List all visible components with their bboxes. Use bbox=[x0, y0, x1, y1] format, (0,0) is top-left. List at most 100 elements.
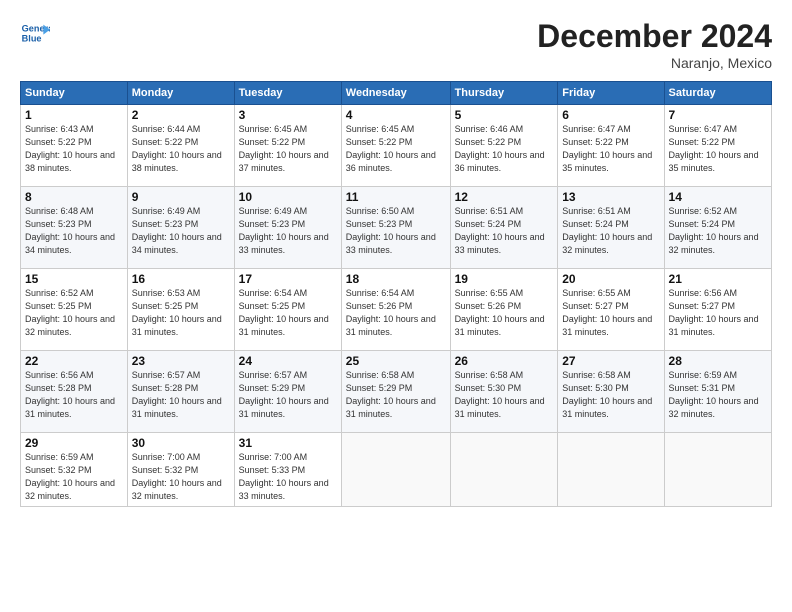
col-monday: Monday bbox=[127, 82, 234, 105]
table-row: 14 Sunrise: 6:52 AM Sunset: 5:24 PM Dayl… bbox=[664, 187, 771, 269]
day-number: 11 bbox=[346, 190, 446, 204]
table-row: 5 Sunrise: 6:46 AM Sunset: 5:22 PM Dayli… bbox=[450, 105, 558, 187]
day-info: Sunrise: 6:56 AM Sunset: 5:27 PM Dayligh… bbox=[669, 287, 767, 339]
day-number: 16 bbox=[132, 272, 230, 286]
table-row bbox=[558, 433, 664, 507]
day-info: Sunrise: 6:57 AM Sunset: 5:29 PM Dayligh… bbox=[239, 369, 337, 421]
col-wednesday: Wednesday bbox=[341, 82, 450, 105]
day-number: 21 bbox=[669, 272, 767, 286]
day-number: 25 bbox=[346, 354, 446, 368]
col-sunday: Sunday bbox=[21, 82, 128, 105]
day-info: Sunrise: 6:54 AM Sunset: 5:25 PM Dayligh… bbox=[239, 287, 337, 339]
col-tuesday: Tuesday bbox=[234, 82, 341, 105]
day-info: Sunrise: 6:49 AM Sunset: 5:23 PM Dayligh… bbox=[239, 205, 337, 257]
table-row: 22 Sunrise: 6:56 AM Sunset: 5:28 PM Dayl… bbox=[21, 351, 128, 433]
day-info: Sunrise: 6:45 AM Sunset: 5:22 PM Dayligh… bbox=[346, 123, 446, 175]
day-info: Sunrise: 6:59 AM Sunset: 5:31 PM Dayligh… bbox=[669, 369, 767, 421]
table-row: 10 Sunrise: 6:49 AM Sunset: 5:23 PM Dayl… bbox=[234, 187, 341, 269]
day-info: Sunrise: 7:00 AM Sunset: 5:33 PM Dayligh… bbox=[239, 451, 337, 503]
table-row: 18 Sunrise: 6:54 AM Sunset: 5:26 PM Dayl… bbox=[341, 269, 450, 351]
day-info: Sunrise: 6:56 AM Sunset: 5:28 PM Dayligh… bbox=[25, 369, 123, 421]
day-info: Sunrise: 6:57 AM Sunset: 5:28 PM Dayligh… bbox=[132, 369, 230, 421]
day-number: 2 bbox=[132, 108, 230, 122]
day-info: Sunrise: 6:51 AM Sunset: 5:24 PM Dayligh… bbox=[455, 205, 554, 257]
day-number: 24 bbox=[239, 354, 337, 368]
day-number: 23 bbox=[132, 354, 230, 368]
calendar-header-row: Sunday Monday Tuesday Wednesday Thursday… bbox=[21, 82, 772, 105]
day-info: Sunrise: 6:50 AM Sunset: 5:23 PM Dayligh… bbox=[346, 205, 446, 257]
table-row bbox=[450, 433, 558, 507]
day-info: Sunrise: 6:44 AM Sunset: 5:22 PM Dayligh… bbox=[132, 123, 230, 175]
day-number: 28 bbox=[669, 354, 767, 368]
table-row: 25 Sunrise: 6:58 AM Sunset: 5:29 PM Dayl… bbox=[341, 351, 450, 433]
day-number: 31 bbox=[239, 436, 337, 450]
table-row: 24 Sunrise: 6:57 AM Sunset: 5:29 PM Dayl… bbox=[234, 351, 341, 433]
table-row: 31 Sunrise: 7:00 AM Sunset: 5:33 PM Dayl… bbox=[234, 433, 341, 507]
svg-text:Blue: Blue bbox=[22, 33, 42, 43]
day-number: 17 bbox=[239, 272, 337, 286]
table-row: 17 Sunrise: 6:54 AM Sunset: 5:25 PM Dayl… bbox=[234, 269, 341, 351]
table-row: 28 Sunrise: 6:59 AM Sunset: 5:31 PM Dayl… bbox=[664, 351, 771, 433]
day-number: 22 bbox=[25, 354, 123, 368]
day-number: 3 bbox=[239, 108, 337, 122]
table-row: 21 Sunrise: 6:56 AM Sunset: 5:27 PM Dayl… bbox=[664, 269, 771, 351]
day-info: Sunrise: 6:49 AM Sunset: 5:23 PM Dayligh… bbox=[132, 205, 230, 257]
day-info: Sunrise: 6:59 AM Sunset: 5:32 PM Dayligh… bbox=[25, 451, 123, 503]
table-row: 15 Sunrise: 6:52 AM Sunset: 5:25 PM Dayl… bbox=[21, 269, 128, 351]
day-number: 14 bbox=[669, 190, 767, 204]
calendar-table: Sunday Monday Tuesday Wednesday Thursday… bbox=[20, 81, 772, 507]
table-row: 9 Sunrise: 6:49 AM Sunset: 5:23 PM Dayli… bbox=[127, 187, 234, 269]
table-row: 26 Sunrise: 6:58 AM Sunset: 5:30 PM Dayl… bbox=[450, 351, 558, 433]
table-row: 6 Sunrise: 6:47 AM Sunset: 5:22 PM Dayli… bbox=[558, 105, 664, 187]
table-row: 13 Sunrise: 6:51 AM Sunset: 5:24 PM Dayl… bbox=[558, 187, 664, 269]
day-number: 10 bbox=[239, 190, 337, 204]
table-row: 16 Sunrise: 6:53 AM Sunset: 5:25 PM Dayl… bbox=[127, 269, 234, 351]
day-info: Sunrise: 6:52 AM Sunset: 5:24 PM Dayligh… bbox=[669, 205, 767, 257]
day-info: Sunrise: 6:53 AM Sunset: 5:25 PM Dayligh… bbox=[132, 287, 230, 339]
day-number: 4 bbox=[346, 108, 446, 122]
table-row: 20 Sunrise: 6:55 AM Sunset: 5:27 PM Dayl… bbox=[558, 269, 664, 351]
day-number: 29 bbox=[25, 436, 123, 450]
day-number: 30 bbox=[132, 436, 230, 450]
day-number: 7 bbox=[669, 108, 767, 122]
table-row: 27 Sunrise: 6:58 AM Sunset: 5:30 PM Dayl… bbox=[558, 351, 664, 433]
col-thursday: Thursday bbox=[450, 82, 558, 105]
logo: General Blue bbox=[20, 18, 50, 48]
table-row: 2 Sunrise: 6:44 AM Sunset: 5:22 PM Dayli… bbox=[127, 105, 234, 187]
day-number: 19 bbox=[455, 272, 554, 286]
day-number: 26 bbox=[455, 354, 554, 368]
day-info: Sunrise: 6:55 AM Sunset: 5:26 PM Dayligh… bbox=[455, 287, 554, 339]
table-row: 3 Sunrise: 6:45 AM Sunset: 5:22 PM Dayli… bbox=[234, 105, 341, 187]
day-number: 8 bbox=[25, 190, 123, 204]
table-row: 29 Sunrise: 6:59 AM Sunset: 5:32 PM Dayl… bbox=[21, 433, 128, 507]
table-row: 23 Sunrise: 6:57 AM Sunset: 5:28 PM Dayl… bbox=[127, 351, 234, 433]
col-saturday: Saturday bbox=[664, 82, 771, 105]
day-info: Sunrise: 6:55 AM Sunset: 5:27 PM Dayligh… bbox=[562, 287, 659, 339]
table-row: 1 Sunrise: 6:43 AM Sunset: 5:22 PM Dayli… bbox=[21, 105, 128, 187]
day-info: Sunrise: 7:00 AM Sunset: 5:32 PM Dayligh… bbox=[132, 451, 230, 503]
day-info: Sunrise: 6:48 AM Sunset: 5:23 PM Dayligh… bbox=[25, 205, 123, 257]
location: Naranjo, Mexico bbox=[537, 55, 772, 71]
table-row: 30 Sunrise: 7:00 AM Sunset: 5:32 PM Dayl… bbox=[127, 433, 234, 507]
day-info: Sunrise: 6:45 AM Sunset: 5:22 PM Dayligh… bbox=[239, 123, 337, 175]
day-info: Sunrise: 6:52 AM Sunset: 5:25 PM Dayligh… bbox=[25, 287, 123, 339]
month-title: December 2024 bbox=[537, 18, 772, 55]
table-row: 4 Sunrise: 6:45 AM Sunset: 5:22 PM Dayli… bbox=[341, 105, 450, 187]
table-row: 7 Sunrise: 6:47 AM Sunset: 5:22 PM Dayli… bbox=[664, 105, 771, 187]
table-row: 11 Sunrise: 6:50 AM Sunset: 5:23 PM Dayl… bbox=[341, 187, 450, 269]
day-info: Sunrise: 6:58 AM Sunset: 5:29 PM Dayligh… bbox=[346, 369, 446, 421]
day-number: 27 bbox=[562, 354, 659, 368]
day-info: Sunrise: 6:51 AM Sunset: 5:24 PM Dayligh… bbox=[562, 205, 659, 257]
day-info: Sunrise: 6:58 AM Sunset: 5:30 PM Dayligh… bbox=[455, 369, 554, 421]
header: General Blue December 2024 Naranjo, Mexi… bbox=[20, 18, 772, 71]
table-row bbox=[341, 433, 450, 507]
page: General Blue December 2024 Naranjo, Mexi… bbox=[0, 0, 792, 612]
day-number: 1 bbox=[25, 108, 123, 122]
day-info: Sunrise: 6:54 AM Sunset: 5:26 PM Dayligh… bbox=[346, 287, 446, 339]
day-number: 5 bbox=[455, 108, 554, 122]
table-row bbox=[664, 433, 771, 507]
col-friday: Friday bbox=[558, 82, 664, 105]
day-number: 13 bbox=[562, 190, 659, 204]
day-info: Sunrise: 6:47 AM Sunset: 5:22 PM Dayligh… bbox=[669, 123, 767, 175]
title-block: December 2024 Naranjo, Mexico bbox=[537, 18, 772, 71]
